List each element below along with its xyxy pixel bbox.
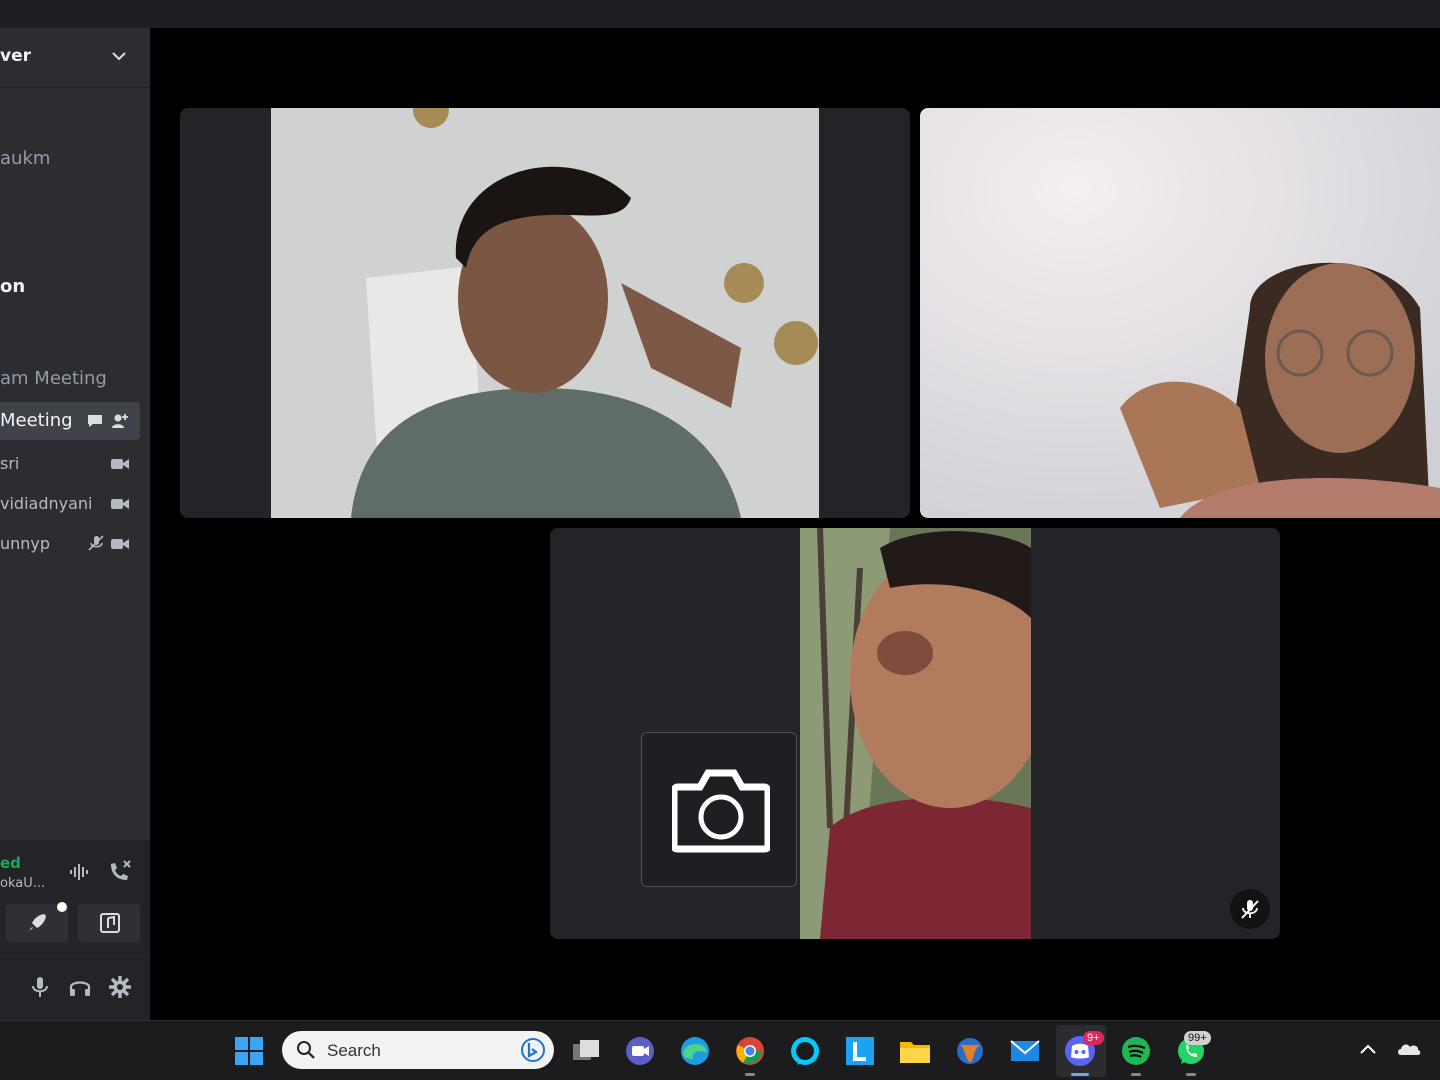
search-placeholder: Search	[327, 1041, 381, 1060]
participant-video	[920, 108, 1440, 518]
participant-video	[271, 108, 819, 518]
waveform-icon[interactable]	[68, 862, 92, 882]
channel-item[interactable]: aukm	[0, 148, 50, 169]
active-voice-channel[interactable]: Meeting	[0, 402, 140, 440]
mic-muted-icon	[1241, 900, 1259, 919]
video-camera-icon	[111, 539, 129, 549]
add-person-icon[interactable]	[111, 412, 129, 430]
windows-taskbar: Search 9+ 99+	[0, 1020, 1440, 1080]
music-icon	[100, 913, 120, 933]
video-tile[interactable]	[920, 108, 1440, 518]
running-indicator	[1186, 1073, 1196, 1076]
channel-item[interactable]: am Meeting	[0, 368, 107, 389]
video-call-app-icon[interactable]	[622, 1033, 658, 1069]
server-header[interactable]: ver	[0, 28, 150, 88]
disconnect-icon[interactable]	[107, 858, 133, 884]
music-button[interactable]	[78, 904, 140, 942]
bing-icon[interactable]	[520, 1037, 546, 1063]
mail-icon[interactable]	[1007, 1033, 1043, 1069]
voice-connection-panel: ed okaU...	[0, 840, 150, 953]
discord-notification-badge: 9+	[1083, 1031, 1104, 1045]
whatsapp-notification-badge: 99+	[1184, 1031, 1211, 1045]
onedrive-cloud-icon[interactable]	[1396, 1039, 1422, 1057]
voice-member[interactable]: unnyp	[0, 534, 50, 553]
chat-icon[interactable]	[86, 412, 104, 430]
channel-sidebar: ver aukm on am Meeting Meeting sri vidia…	[0, 28, 150, 1020]
video-camera-icon	[111, 499, 129, 509]
participant-video	[800, 528, 1031, 939]
activities-button[interactable]	[6, 902, 68, 942]
active-indicator	[1071, 1073, 1089, 1076]
camera-preview-overlay[interactable]	[641, 732, 797, 887]
gear-icon[interactable]	[108, 975, 132, 999]
windows-start-icon[interactable]	[231, 1033, 267, 1069]
alexa-icon[interactable]	[787, 1033, 823, 1069]
channel-item[interactable]: on	[0, 276, 25, 297]
title-bar	[0, 0, 1440, 28]
file-explorer-icon[interactable]	[897, 1033, 933, 1069]
voice-channel-subtext[interactable]: okaU...	[0, 876, 45, 891]
notification-dot	[57, 902, 67, 912]
voice-status: ed	[0, 854, 21, 872]
server-name: ver	[0, 46, 31, 66]
voice-member[interactable]: sri	[0, 454, 19, 473]
chevron-up-icon[interactable]	[1358, 1041, 1378, 1057]
camera-icon	[672, 769, 770, 853]
search-icon	[297, 1041, 315, 1059]
l-app-icon[interactable]	[842, 1033, 878, 1069]
task-view-icon[interactable]	[568, 1033, 604, 1069]
rocket-icon	[29, 914, 46, 931]
mic-icon[interactable]	[28, 975, 52, 999]
globe-app-icon[interactable]	[952, 1033, 988, 1069]
spotify-icon[interactable]	[1118, 1033, 1154, 1069]
running-indicator	[745, 1073, 755, 1076]
participant-muted-badge	[1230, 889, 1270, 929]
active-channel-label: Meeting	[0, 410, 73, 431]
headset-icon[interactable]	[68, 975, 92, 999]
mic-muted-icon	[88, 535, 104, 551]
video-camera-icon	[111, 459, 129, 469]
taskbar-search[interactable]: Search	[282, 1031, 554, 1069]
user-panel	[0, 953, 150, 1020]
chrome-browser-icon[interactable]	[732, 1033, 768, 1069]
edge-browser-icon[interactable]	[677, 1033, 713, 1069]
voice-member[interactable]: vidiadnyani	[0, 494, 92, 513]
video-tile[interactable]	[180, 108, 910, 518]
running-indicator	[1131, 1073, 1141, 1076]
chevron-down-icon	[112, 52, 126, 61]
